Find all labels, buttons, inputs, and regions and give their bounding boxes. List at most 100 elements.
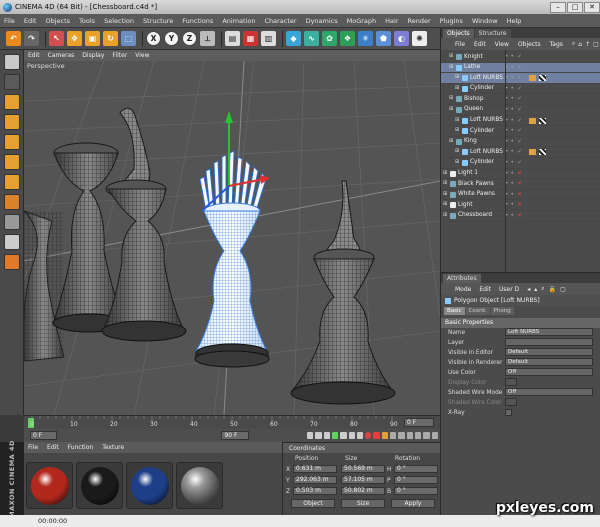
object-list-item[interactable]: ⊞ Black Pawns • • ✕ — [441, 179, 600, 190]
enabled-check-icon[interactable]: ✓ — [517, 106, 522, 113]
redo-icon[interactable]: ↷ — [24, 31, 39, 46]
cube-primitive-icon[interactable]: ◆ — [286, 31, 301, 46]
menu-help[interactable]: Help — [507, 17, 522, 25]
maximize-icon[interactable]: □ — [567, 1, 583, 13]
property-value-field[interactable]: Default — [505, 348, 593, 356]
menu-hair[interactable]: Hair — [385, 17, 398, 25]
last-frame-icon[interactable] — [356, 432, 364, 439]
z-axis-lock-button[interactable]: Z — [182, 31, 197, 46]
object-list-item[interactable]: ⊞ King • • ✓ — [441, 137, 600, 148]
material-swatch[interactable] — [26, 462, 73, 509]
new-icon[interactable]: ▢ — [560, 286, 566, 293]
prev-frame-icon[interactable] — [323, 432, 330, 439]
object-list-item[interactable]: ⊞ Cylinder • • ✓ — [441, 158, 600, 169]
visibility-dots[interactable]: • • — [505, 95, 514, 102]
coord-mode-dropdown[interactable]: Object — [291, 499, 335, 508]
lock-icon[interactable]: 🔒 — [549, 286, 556, 293]
tab-structure[interactable]: Structure — [474, 29, 511, 38]
key-rotation-icon[interactable] — [406, 432, 413, 439]
coord-position-field[interactable]: 0.503 m — [293, 487, 337, 495]
coord-rotation-field[interactable]: 0 ° — [394, 465, 438, 473]
menu-structure[interactable]: Structure — [143, 17, 173, 25]
axis-mode-icon[interactable] — [4, 114, 20, 130]
material-swatch[interactable] — [126, 462, 173, 509]
menu-plugins[interactable]: Plugins — [440, 17, 463, 25]
home-icon[interactable]: ⌂ — [578, 41, 582, 48]
close-icon[interactable]: ✕ — [584, 1, 600, 13]
minimize-icon[interactable]: – — [550, 1, 566, 13]
phong-tag-icon[interactable] — [529, 149, 536, 156]
expand-toggle-icon[interactable]: ⊞ — [443, 201, 447, 207]
enabled-check-icon[interactable]: ✓ — [517, 74, 522, 81]
object-list-item[interactable]: ⊞ Chessboard • • ✕ — [441, 211, 600, 222]
object-menu-file[interactable]: File — [455, 41, 465, 48]
object-list-item[interactable]: ⊞ Loft NURBS • • ✓ — [441, 73, 600, 84]
expand-toggle-icon[interactable]: ⊞ — [455, 159, 459, 165]
viewport-menu-view[interactable]: View — [135, 52, 149, 59]
visibility-dots[interactable]: • • — [505, 212, 514, 219]
enabled-check-icon[interactable]: ✓ — [517, 138, 522, 145]
coord-size-field[interactable]: 50.802 m — [341, 487, 385, 495]
enabled-check-icon[interactable]: ✕ — [517, 170, 522, 177]
expand-toggle-icon[interactable]: ⊞ — [455, 117, 459, 123]
visibility-dots[interactable]: • • — [505, 159, 514, 166]
visibility-dots[interactable]: • • — [505, 170, 514, 177]
coordinate-system-icon[interactable]: ⟂ — [200, 31, 215, 46]
scale-icon[interactable]: ▣ — [85, 31, 100, 46]
material-swatch[interactable] — [76, 462, 123, 509]
move-icon[interactable]: ✥ — [67, 31, 82, 46]
menu-selection[interactable]: Selection — [104, 17, 134, 25]
object-list-item[interactable]: ⊞ Cylinder • • ✓ — [441, 126, 600, 137]
prev-key-icon[interactable] — [315, 432, 322, 439]
polygons-mode-icon[interactable] — [4, 174, 20, 190]
menu-window[interactable]: Window — [472, 17, 498, 25]
enabled-check-icon[interactable]: ✕ — [517, 212, 522, 219]
attribute-menu-user-d[interactable]: User D — [499, 286, 519, 293]
menu-functions[interactable]: Functions — [182, 17, 213, 25]
expand-toggle-icon[interactable]: ⊞ — [443, 170, 447, 176]
expand-toggle-icon[interactable]: ⊞ — [449, 95, 453, 101]
enabled-check-icon[interactable]: ✕ — [517, 180, 522, 187]
array-icon[interactable]: ❖ — [340, 31, 355, 46]
material-swatch[interactable] — [176, 462, 223, 509]
object-list-item[interactable]: ⊞ Queen • • ✓ — [441, 105, 600, 116]
search-icon[interactable]: ⌕ — [541, 285, 544, 293]
model-mode-icon[interactable] — [4, 54, 20, 70]
visibility-dots[interactable]: • • — [505, 106, 514, 113]
object-list-item[interactable]: ⊞ Loft NURBS • • ✓ — [441, 116, 600, 127]
undo-icon[interactable]: ↶ — [6, 31, 21, 46]
menu-objects[interactable]: Objects — [45, 17, 70, 25]
object-menu-objects[interactable]: Objects — [518, 41, 541, 48]
expand-toggle-icon[interactable]: ⊞ — [443, 212, 447, 218]
material-menu-function[interactable]: Function — [68, 444, 94, 451]
key-pla-icon[interactable] — [423, 432, 430, 439]
property-value-field[interactable]: Default — [505, 358, 593, 366]
property-value-field[interactable]: Off — [505, 368, 593, 376]
object-list-item[interactable]: ⊞ Loft NURBS • • ✓ — [441, 147, 600, 158]
autokey-icon[interactable] — [373, 432, 380, 439]
object-mode-icon[interactable] — [4, 74, 20, 90]
recent-tools-icon[interactable]: ⬚ — [121, 31, 136, 46]
texture-mode-icon[interactable] — [4, 94, 20, 110]
enabled-check-icon[interactable]: ✓ — [517, 117, 522, 124]
enabled-check-icon[interactable]: ✕ — [517, 191, 522, 198]
object-menu-view[interactable]: View — [495, 41, 509, 48]
visibility-dots[interactable]: • • — [505, 138, 514, 145]
enabled-check-icon[interactable]: ✓ — [517, 95, 522, 102]
material-menu-edit[interactable]: Edit — [47, 444, 59, 451]
viewport-menu-filter[interactable]: Filter — [112, 52, 127, 59]
menu-mograph[interactable]: MoGraph — [347, 17, 377, 25]
menu-dynamics[interactable]: Dynamics — [306, 17, 338, 25]
visibility-dots[interactable]: • • — [505, 64, 514, 71]
phong-tag-icon[interactable] — [529, 117, 536, 124]
record-icon[interactable] — [365, 432, 372, 439]
timeline-ruler[interactable]: 0 10 20 30 40 50 60 70 80 90 0 F — [24, 415, 440, 429]
menu-tools[interactable]: Tools — [79, 17, 95, 25]
viewport-menu-display[interactable]: Display — [82, 52, 104, 59]
new-view-icon[interactable]: ▢ — [593, 41, 599, 48]
expand-toggle-icon[interactable]: ⊞ — [455, 127, 459, 133]
property-value-field[interactable]: Off — [505, 388, 593, 396]
enabled-check-icon[interactable]: ✓ — [517, 148, 522, 155]
property-value-field[interactable] — [505, 338, 593, 346]
coord-position-field[interactable]: 292.063 m — [293, 476, 337, 484]
